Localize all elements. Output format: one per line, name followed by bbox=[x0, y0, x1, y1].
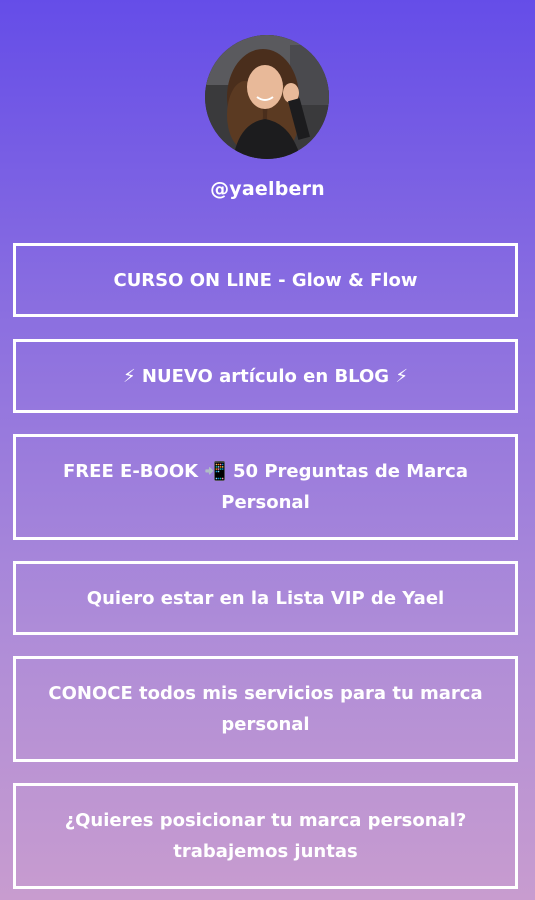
profile-photo bbox=[205, 35, 329, 159]
link-button-free-ebook[interactable]: FREE E-BOOK 📲 50 Preguntas de Marca Pers… bbox=[13, 434, 518, 540]
link-button-curso-online[interactable]: CURSO ON LINE - Glow & Flow bbox=[13, 243, 518, 317]
link-button-blog-article[interactable]: ⚡ NUEVO artículo en BLOG ⚡ bbox=[13, 339, 518, 413]
link-button-trabajemos-juntas[interactable]: ¿Quieres posicionar tu marca personal? t… bbox=[13, 783, 518, 889]
link-button-lista-vip[interactable]: Quiero estar en la Lista VIP de Yael bbox=[13, 561, 518, 635]
link-button-servicios[interactable]: CONOCE todos mis servicios para tu marca… bbox=[13, 656, 518, 762]
profile-handle: @yaelbern bbox=[210, 178, 325, 200]
avatar bbox=[205, 35, 329, 159]
